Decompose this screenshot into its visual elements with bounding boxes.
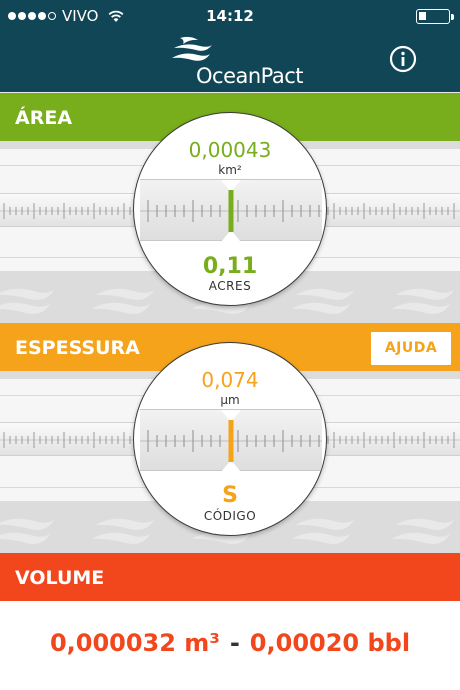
volume-result: 0,000032 m³ -0,00020 bbl xyxy=(0,601,460,690)
status-time: 14:12 xyxy=(206,7,254,25)
info-icon[interactable] xyxy=(389,45,417,73)
navbar: OceanPact xyxy=(0,32,460,92)
area-dial-ruler[interactable] xyxy=(140,179,322,242)
area-value-acres: 0,11 xyxy=(202,254,258,279)
battery-icon xyxy=(416,9,454,24)
volume-bbl: 0,00020 bbl xyxy=(249,629,411,657)
brand-name: OceanPact xyxy=(196,64,304,88)
volume-m3: 0,000032 m³ xyxy=(49,629,220,657)
volume-title: VOLUME xyxy=(15,567,105,589)
thickness-unit-um: µm xyxy=(220,393,240,407)
area-dial[interactable]: 0,00043 km² 0,11 ACRES xyxy=(133,112,327,306)
help-button[interactable]: AJUDA xyxy=(371,332,451,365)
status-bar: VIVO 14:12 xyxy=(0,0,460,32)
volume-section-header: VOLUME xyxy=(0,553,460,601)
thickness-dial-ruler[interactable] xyxy=(140,409,322,472)
area-unit-acres: ACRES xyxy=(208,279,252,293)
thickness-value-um: 0,074 xyxy=(201,368,259,392)
area-title: ÁREA xyxy=(15,107,73,129)
thickness-dial[interactable]: 0,074 µm S CÓDIGO xyxy=(133,342,327,536)
area-unit-km2: km² xyxy=(218,163,242,177)
thickness-code-label: CÓDIGO xyxy=(203,509,257,523)
area-value-km2: 0,00043 xyxy=(188,138,272,162)
oceanpact-logo: OceanPact xyxy=(166,36,304,88)
thickness-code: S xyxy=(222,483,238,508)
thickness-title: ESPESSURA xyxy=(15,337,140,359)
logo-waves-icon xyxy=(172,36,212,61)
volume-separator: - xyxy=(229,629,240,657)
